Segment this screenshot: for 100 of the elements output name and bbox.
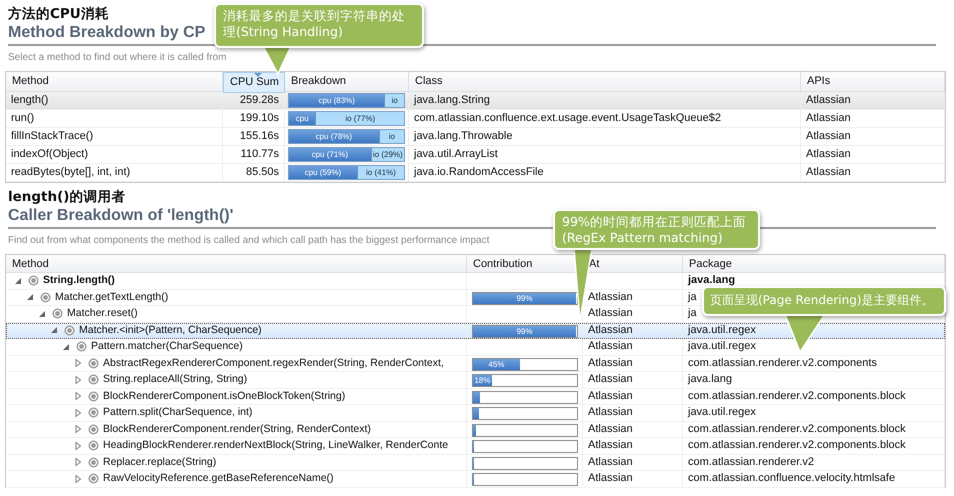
method-icon [88,440,99,452]
cpu-segment: cpu (71%) [289,148,371,161]
collapsed-arrow-icon[interactable] [74,408,82,417]
apis-cell: Atlassian [801,128,945,145]
method-name: BlockRendererComponent.isOneBlockToken(String) [103,388,346,404]
tree-row[interactable]: BlockRendererComponent.render(String, RenderContext) Atlassian com.atlassian.renderer.v2.components.block [6,422,945,438]
tree-row[interactable]: Pattern.split(CharSequence, int) Atlassian java.util.regex [6,405,945,422]
contribution-label: 45% [488,360,504,368]
method-cell: length() [6,92,223,109]
collapsed-arrow-icon[interactable] [74,425,82,434]
api-cell: Atlassian [588,356,633,368]
section-title-chinese: 方法的CPU消耗 [8,6,109,22]
section-title: Method Breakdown by CP [8,23,206,43]
cpu-sum-cell: 259.28s [223,92,285,109]
package-cell: ja [688,290,697,302]
method-name: BlockRendererComponent.render(String, RenderContext) [103,422,371,436]
table-row[interactable]: readBytes(byte[], int, int) 85.50s cpu (59%) io (41%) java.io.RandomAccessFile Atlassian [6,164,945,182]
expanded-arrow-icon[interactable] [62,342,70,351]
class-cell: java.io.RandomAccessFile [409,164,801,181]
method-name: String.length() [43,273,115,288]
table-row[interactable]: fillInStackTrace() 155.16s cpu (78%) io java.lang.Throwable Atlassian [6,128,945,146]
package-cell: com.atlassian.renderer.v2 [688,456,814,468]
class-cell: java.util.ArrayList [409,146,801,163]
package-cell: com.atlassian.renderer.v2.components.block [688,422,906,434]
method-name: String.replaceAll(String, String) [103,372,248,387]
method-cell: run() [6,110,223,127]
api-cell: Atlassian [588,472,633,484]
class-cell: java.lang.String [409,92,801,109]
method-icon [64,324,75,336]
expanded-arrow-icon[interactable] [38,310,46,318]
api-cell: Atlassian [588,456,633,468]
package-cell: com.atlassian.confluence.velocity.htmlsafe [688,472,896,484]
column-header[interactable]: CPU Sum [223,72,285,93]
collapsed-arrow-icon[interactable] [74,458,82,466]
tree-row[interactable]: HeadingBlockRenderer.renderNextBlock(String, LineWalker, RenderConte Atlassian com.atlassian.renderer.v2.components.block [6,438,945,454]
method-icon [88,374,99,386]
expanded-arrow-icon[interactable] [26,293,34,302]
collapsed-arrow-icon[interactable] [74,376,82,384]
tree-row[interactable]: String.replaceAll(String, String) 18% Atlassian java.lang [6,372,945,388]
section-subtitle: Select a method to find out where it is called from [8,51,226,65]
cpu-sum-cell: 85.50s [223,164,285,181]
expanded-arrow-icon[interactable] [14,276,22,285]
cpu-segment: cpu [289,112,316,125]
io-segment: io (77%) [315,112,404,125]
cpu-sum-cell: 110.77s [223,146,285,163]
table-row[interactable]: indexOf(Object) 110.77s cpu (71%) io (29%) java.util.ArrayList Atlassian [6,146,945,164]
contribution-label: 99% [516,294,532,302]
api-cell: Atlassian [588,324,633,336]
method-icon [88,390,99,402]
method-icon [52,308,63,320]
section-subtitle: Find out from what components the method is called and which call path has the biggest performance impact [8,234,490,248]
package-cell: java.lang [688,373,732,385]
column-header[interactable]: Method [6,255,467,273]
package-cell: com.atlassian.renderer.v2.components.block [688,439,906,451]
io-segment: io (41%) [356,166,404,179]
tree-row[interactable]: RawVelocityReference.getBaseReferenceName() Atlassian com.atlassian.confluence.velocity.htmlsafe [6,471,945,488]
method-icon [88,456,99,468]
cpu-sum-cell: 155.16s [223,128,285,145]
section-title: Caller Breakdown of 'length()' [8,206,234,226]
package-cell: java.util.regex [688,340,756,352]
package-cell: ja [688,307,697,319]
collapsed-arrow-icon[interactable] [74,474,82,483]
api-cell: Atlassian [588,373,633,385]
collapsed-arrow-icon[interactable] [74,392,82,400]
tree-row[interactable]: BlockRendererComponent.isOneBlockToken(String) Atlassian com.atlassian.renderer.v2.components.block [6,388,945,405]
package-cell: java.lang [688,274,736,286]
method-name: Matcher.<init>(Pattern, CharSequence) [79,322,262,338]
apis-cell: Atlassian [801,146,945,163]
contribution-label: 99% [516,326,532,336]
tree-row[interactable]: Pattern.matcher(CharSequence) Atlassian java.util.regex [6,339,945,356]
table-row[interactable]: run() 199.10s cpu io (77%) com.atlassian.confluence.ext.usage.event.UsageTaskQueue$2 Atlassian [6,110,945,128]
apis-cell: Atlassian [801,110,945,127]
api-cell: Atlassian [588,406,633,418]
package-cell: com.atlassian.renderer.v2.components.block [688,390,906,402]
method-icon [88,424,99,435]
method-cell: readBytes(byte[], int, int) [6,164,223,181]
tree-row[interactable]: Replacer.replace(String) Atlassian com.atlassian.renderer.v2 [6,454,945,471]
api-cell: Atlassian [588,439,633,451]
cpu-segment: cpu (59%) [289,166,357,179]
table-row[interactable]: length() 259.28s cpu (83%) io java.lang.String Atlassian [6,92,945,110]
collapsed-arrow-icon[interactable] [74,442,82,450]
column-header[interactable]: Package [683,255,945,273]
method-cell: fillInStackTrace() [6,128,223,145]
method-icon [76,341,87,352]
tree-row[interactable]: Matcher.<init>(Pattern, CharSequence) 99% Atlassian java.util.regex [6,322,945,339]
io-segment: io (29%) [370,148,404,161]
collapsed-arrow-icon[interactable] [74,359,82,368]
method-name: AbstractRegexRendererComponent.regexRender(String, RenderContext, [103,356,444,370]
sort-arrow-icon [254,73,262,77]
tree-row[interactable]: AbstractRegexRendererComponent.regexRender(String, RenderContext, 45% Atlassian com.atlassian.renderer.v2.components [6,356,945,372]
method-icon [28,275,39,286]
expanded-arrow-icon[interactable] [50,326,58,334]
cpu-sum-cell: 199.10s [223,110,285,127]
api-cell: Atlassian [588,307,633,319]
contribution-label: 18% [474,376,490,385]
apis-cell: Atlassian [801,92,945,109]
method-cell: indexOf(Object) [6,146,223,163]
api-cell: Atlassian [588,422,633,434]
method-icon [88,407,99,418]
section-title-chinese: length()的调用者 [8,189,126,205]
